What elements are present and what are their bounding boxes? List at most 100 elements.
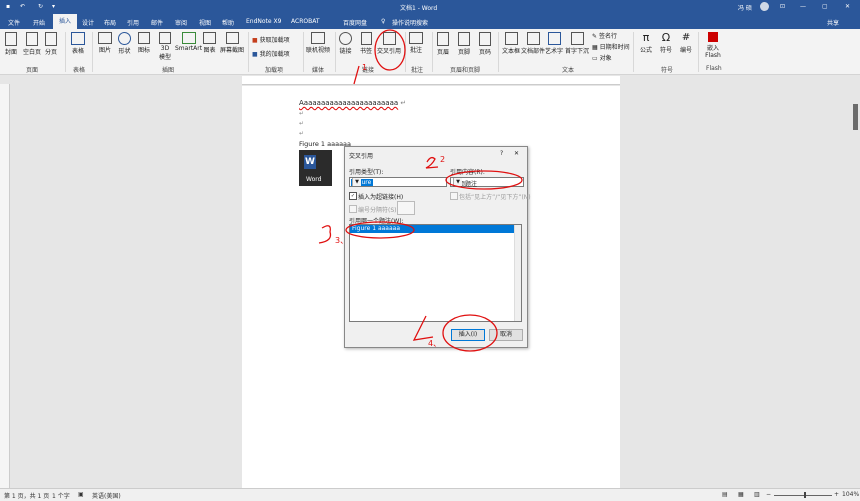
blank-page-button[interactable]: 空白页 <box>23 32 41 56</box>
tab-view[interactable]: 视图 <box>199 18 211 27</box>
list-scrollbar[interactable] <box>514 225 521 321</box>
symbol-button[interactable]: Ω 符号 <box>660 32 673 55</box>
cover-page-label: 封面 <box>5 49 18 56</box>
footer-button[interactable]: 页脚 <box>458 32 470 56</box>
group-label-comments: 批注 <box>411 67 424 74</box>
online-video-button[interactable]: 联机视频 <box>306 32 330 54</box>
get-addins-button[interactable]: ■ 获取加载项 <box>252 35 290 44</box>
help-button[interactable]: ? <box>500 150 503 157</box>
tell-me-search[interactable]: 操作说明搜索 <box>392 18 428 27</box>
object-label: 对象 <box>599 55 612 62</box>
share-button[interactable]: 共享 <box>827 18 839 27</box>
tab-insert[interactable]: 插入 <box>53 14 78 29</box>
table-button[interactable]: 表格 <box>71 32 85 55</box>
comment-button[interactable]: 批注 <box>409 32 423 54</box>
object-button[interactable]: ▭ 对象 <box>592 53 612 62</box>
title-bar: ▪ ↶ ↻ ▾ 文档1 - Word 冯 硕 ⊡ — ▢ ✕ <box>0 0 860 14</box>
group-label-header-footer: 页眉和页脚 <box>450 67 481 74</box>
web-layout-icon[interactable]: ▥ <box>754 491 760 498</box>
insert-button[interactable]: 插入(I) <box>451 329 485 341</box>
text-box-button[interactable]: 文本框 <box>502 32 520 55</box>
reference-content-select[interactable]: 整项题注 ▼ <box>450 177 524 188</box>
smartart-button[interactable]: SmartArt <box>175 32 202 52</box>
page-number-button[interactable]: 页码 <box>479 32 491 56</box>
link-button[interactable]: 链接 <box>339 32 352 55</box>
chart-button[interactable]: 图表 <box>203 32 216 54</box>
scrollbar-thumb[interactable] <box>853 104 858 130</box>
zoom-in-icon[interactable]: + <box>834 491 839 498</box>
restore-button[interactable]: ▢ <box>822 3 828 10</box>
chevron-down-icon: ▼ <box>352 178 361 186</box>
date-time-button[interactable]: ▦ 日期和时间 <box>592 42 630 51</box>
undo-icon[interactable]: ↶ <box>20 3 25 10</box>
tab-file[interactable]: 文件 <box>8 18 20 27</box>
language[interactable]: 英语(美国) <box>92 491 121 500</box>
caption-list[interactable]: Figure 1 aaaaaa <box>349 224 522 322</box>
cross-reference-button[interactable]: 交叉引用 <box>377 32 401 55</box>
drop-cap-button[interactable]: 首字下沉 <box>565 32 589 55</box>
screenshot-button[interactable]: 屏幕截图 <box>220 32 244 54</box>
user-name[interactable]: 冯 硕 <box>738 3 752 12</box>
3d-models-button[interactable]: 3D模型 <box>158 32 172 61</box>
caption-list-item[interactable]: Figure 1 aaaaaa <box>350 225 515 233</box>
reference-type-select[interactable]: Figure ▼ <box>349 177 447 187</box>
minimize-button[interactable]: — <box>800 3 806 10</box>
my-addins-button[interactable]: ■ 我的加载项 <box>252 49 290 58</box>
page-count[interactable]: 第 1 页，共 1 页 <box>4 491 49 500</box>
signature-line-button[interactable]: ✎ 签名行 <box>592 31 617 40</box>
avatar[interactable] <box>760 2 769 11</box>
print-layout-icon[interactable]: ▦ <box>738 491 744 498</box>
wordart-button[interactable]: 艺术字 <box>545 32 563 55</box>
page-break-button[interactable]: 分页 <box>45 32 57 56</box>
text-box-label: 文本框 <box>502 48 521 55</box>
separator-input[interactable] <box>397 201 415 215</box>
icons-button[interactable]: 图标 <box>138 32 150 54</box>
proofing-icon[interactable]: ▣ <box>78 491 84 498</box>
separator-checkbox[interactable] <box>349 205 357 213</box>
hyperlink-checkbox[interactable]: ✓ <box>349 192 357 200</box>
tab-mailings[interactable]: 邮件 <box>151 18 163 27</box>
header-button[interactable]: 页眉 <box>437 32 449 56</box>
pictures-button[interactable]: 图片 <box>98 32 112 54</box>
word-count[interactable]: 1 个字 <box>52 491 70 500</box>
horizontal-ruler[interactable] <box>242 76 620 85</box>
embed-flash-button[interactable]: 嵌入Flash <box>704 32 722 59</box>
bookmark-icon <box>360 32 372 45</box>
tab-acrobat[interactable]: ACROBAT <box>291 18 320 25</box>
tab-home[interactable]: 开始 <box>33 18 45 27</box>
vertical-ruler[interactable] <box>0 84 10 488</box>
tab-help[interactable]: 帮助 <box>222 18 234 27</box>
dialog-title: 交叉引用 <box>349 153 374 160</box>
word-logo-image[interactable]: W Word <box>299 150 332 186</box>
online-video-label: 联机视频 <box>306 47 331 54</box>
above-below-checkbox[interactable] <box>450 192 458 200</box>
ribbon-options-icon[interactable]: ⊡ <box>780 3 785 10</box>
tab-references[interactable]: 引用 <box>127 18 139 27</box>
shapes-button[interactable]: 形状 <box>118 32 131 55</box>
body-text-line[interactable]: Aaaaaaaaaaaaaaaaaaaaaaa ↵ <box>299 99 406 107</box>
quick-parts-button[interactable]: 文档部件 <box>521 32 545 55</box>
cancel-button[interactable]: 取消 <box>489 329 523 341</box>
zoom-out-icon[interactable]: − <box>766 491 771 498</box>
tab-endnote[interactable]: EndNote X9 <box>246 18 281 25</box>
symbol-label: 符号 <box>660 47 673 54</box>
page-break-label: 分页 <box>45 49 58 56</box>
equation-button[interactable]: π 公式 <box>640 32 652 55</box>
zoom-slider-thumb[interactable] <box>804 492 806 498</box>
zoom-slider[interactable] <box>774 495 832 496</box>
number-button[interactable]: # 编号 <box>680 32 692 54</box>
dialog-close-button[interactable]: ✕ <box>514 150 519 157</box>
save-icon[interactable]: ▪ <box>6 3 10 10</box>
zoom-level[interactable]: 104% <box>842 491 859 498</box>
read-mode-icon[interactable]: ▤ <box>722 491 728 498</box>
bookmark-button[interactable]: 书签 <box>360 32 372 55</box>
redo-icon[interactable]: ↻ <box>38 3 43 10</box>
tab-layout[interactable]: 布局 <box>104 18 116 27</box>
customize-qat-icon[interactable]: ▾ <box>52 3 55 10</box>
tab-baidu-netdisk[interactable]: 百度网盘 <box>343 18 367 27</box>
tab-design[interactable]: 设计 <box>82 18 94 27</box>
vertical-scrollbar[interactable] <box>852 76 860 488</box>
close-button[interactable]: ✕ <box>845 3 850 10</box>
tab-review[interactable]: 审阅 <box>175 18 187 27</box>
cover-page-button[interactable]: 封面 <box>5 32 17 56</box>
